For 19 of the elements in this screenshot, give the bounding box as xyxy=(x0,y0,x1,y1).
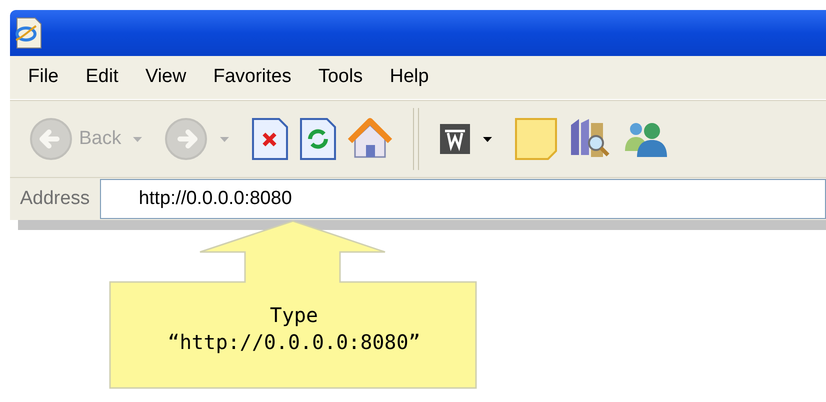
house-icon xyxy=(347,117,394,161)
page-e-icon xyxy=(13,16,43,50)
menu-item[interactable]: Edit xyxy=(86,63,118,92)
menu-item[interactable]: File xyxy=(28,63,59,92)
address-label: Address xyxy=(19,186,91,211)
w-box-icon xyxy=(439,123,472,155)
sticky-note-icon xyxy=(514,117,558,161)
menu-item[interactable]: Tools xyxy=(318,63,363,92)
caret-icon xyxy=(220,136,230,142)
page-refresh-icon xyxy=(299,117,338,161)
page-x-icon xyxy=(251,117,290,161)
address-field[interactable]: http://0.0.0.0:8080 xyxy=(100,179,826,219)
menu-item[interactable]: Help xyxy=(390,63,429,92)
caret-icon xyxy=(483,136,492,142)
caret-icon xyxy=(133,136,142,142)
callout-text: Type xyxy=(270,302,318,329)
menu-item[interactable]: Favorites xyxy=(213,63,292,92)
callout-text: “http://0.0.0.0:8080” xyxy=(168,329,420,356)
menu-item[interactable]: View xyxy=(145,63,186,92)
